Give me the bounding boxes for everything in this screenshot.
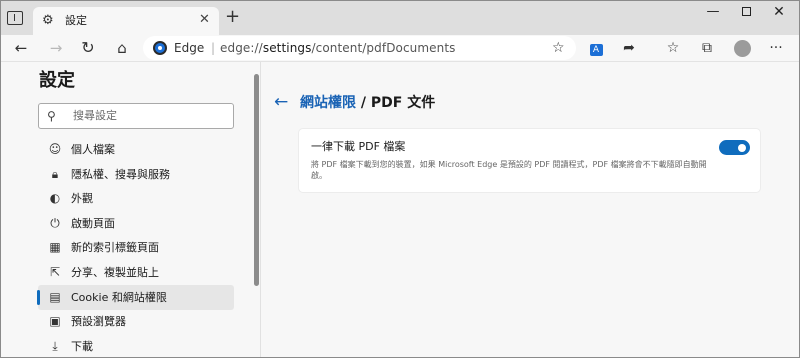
breadcrumb-current: PDF 文件 [370, 95, 436, 111]
sidebar-item-label: 啟動頁面 [71, 216, 115, 230]
sidebar-item-label: 新的索引標籤頁面 [71, 241, 159, 255]
browser-window: ⚙ 設定 ✕ + — ✕ ← → ↻ ⌂ Edge | edge://setti… [0, 0, 800, 358]
back-arrow-icon[interactable]: ← [274, 92, 288, 112]
main-panel: ← 網站權限 / PDF 文件 一律下載 PDF 檔案 將 PDF 檔案下載到您… [261, 62, 799, 357]
sidebar-item-label: 分享、複製並貼上 [71, 266, 159, 279]
download-icon: ⤓ [52, 338, 58, 353]
sidebar-item[interactable]: ◐ 外觀 [38, 186, 234, 211]
favorites-button[interactable]: ☆ [662, 38, 684, 58]
setting-title: 一律下載 PDF 檔案 [311, 140, 406, 153]
search-icon: ⚲ [47, 109, 56, 123]
pdf-setting-card: 一律下載 PDF 檔案 將 PDF 檔案下載到您的裝置，如果 Microsoft… [299, 129, 760, 192]
share-button[interactable]: ➦ [618, 38, 640, 58]
close-window-button[interactable]: ✕ [764, 4, 794, 20]
sidebar-item[interactable]: ▤ Cookie 和網站權限 [37, 284, 234, 310]
url-prefix: edge:// [220, 41, 263, 55]
sidebar-item-label: 外觀 [71, 192, 93, 206]
selected-indicator [37, 289, 40, 305]
collections-button[interactable]: ⧉ [696, 38, 718, 58]
sidebar-scrollbar[interactable] [254, 74, 259, 286]
appearance-icon: ◐ [49, 191, 61, 206]
gear-icon: ⚙ [42, 13, 54, 28]
tab-title: 設定 [65, 14, 87, 27]
sidebar-item-label: 預設瀏覽器 [71, 315, 126, 329]
sidebar-item-label: 隱私權、搜尋與服務 [71, 167, 170, 181]
add-favorite-icon[interactable]: ☆ [552, 39, 565, 57]
address-brand: Edge [174, 41, 205, 55]
more-button[interactable]: ··· [765, 38, 787, 58]
site-permissions-icon: ▤ [49, 289, 61, 304]
avatar [733, 39, 751, 57]
title-bar: ⚙ 設定 ✕ + — ✕ [1, 1, 799, 35]
forward-button[interactable]: → [45, 38, 67, 58]
maximize-icon [741, 7, 751, 16]
edge-logo-icon [153, 41, 167, 55]
maximize-button[interactable] [731, 4, 761, 20]
sidebar-item-label: 下載 [71, 339, 93, 353]
sidebar-item-label: 個人檔案 [71, 143, 115, 156]
sidebar-item-label: Cookie 和網站權限 [71, 290, 167, 304]
sidebar-item[interactable]: ▣ 預設瀏覽器 [38, 309, 234, 334]
power-icon: ⏻ [50, 215, 60, 230]
translate-icon: A [589, 44, 603, 56]
minimize-button[interactable]: — [698, 4, 728, 20]
tab-close-icon[interactable]: ✕ [199, 12, 210, 28]
sidebar-item[interactable]: ▦ 新的索引標籤頁面 [38, 235, 234, 260]
profile-button[interactable] [731, 38, 753, 58]
page-title: 設定 [39, 70, 75, 91]
sidebar-item[interactable]: 🔒︎ 隱私權、搜尋與服務 [38, 162, 234, 187]
search-placeholder: 搜尋設定 [73, 109, 117, 122]
address-separator: | [211, 41, 216, 55]
url-main: settings [262, 41, 312, 55]
default-browser-icon: ▣ [49, 314, 61, 329]
lock-icon: 🔒︎ [51, 166, 59, 181]
refresh-button[interactable]: ↻ [77, 38, 99, 58]
search-input[interactable]: ⚲ 搜尋設定 [38, 103, 234, 129]
tab-settings[interactable]: ⚙ 設定 ✕ [33, 7, 219, 35]
url-rest: /content/pdfDocuments [311, 41, 456, 55]
address-url[interactable]: edge://settings/content/pdfDocuments [220, 40, 456, 56]
toolbar: ← → ↻ ⌂ Edge | edge://settings/content/p… [1, 35, 799, 61]
address-bar[interactable]: Edge | edge://settings/content/pdfDocume… [143, 36, 576, 60]
profile-icon: ☺ [48, 142, 62, 156]
home-button[interactable]: ⌂ [111, 38, 133, 58]
breadcrumb-parent-link[interactable]: 網站權限 [300, 95, 356, 111]
share-icon: ⇱ [49, 265, 61, 279]
new-tab-button[interactable]: + [225, 8, 240, 26]
tab-actions-icon[interactable] [7, 11, 23, 25]
sidebar-item[interactable]: ⏻ 啟動頁面 [38, 211, 234, 236]
sidebar-item[interactable]: ☺ 個人檔案 [38, 137, 234, 162]
breadcrumb: 網站權限 / PDF 文件 [300, 94, 435, 112]
settings-sidebar: 設定 ⚲ 搜尋設定 ☺ 個人檔案 🔒︎ 隱私權、搜尋與服務 ◐ 外觀 ⏻ 啟動頁面 ▦ 新的索引標… [1, 62, 259, 357]
settings-content: 設定 ⚲ 搜尋設定 ☺ 個人檔案 🔒︎ 隱私權、搜尋與服務 ◐ 外觀 ⏻ 啟動頁面 ▦ 新的索引標… [1, 61, 799, 357]
sidebar-item[interactable]: ⤓ 下載 [38, 334, 234, 357]
breadcrumb-separator: / [356, 95, 371, 111]
translate-button[interactable]: A [585, 38, 607, 58]
setting-description: 將 PDF 檔案下載到您的裝置，如果 Microsoft Edge 是預設的 P… [311, 160, 707, 180]
sidebar-item[interactable]: ⇱ 分享、複製並貼上 [38, 260, 234, 285]
back-button[interactable]: ← [10, 38, 32, 58]
new-tab-icon: ▦ [49, 240, 61, 255]
always-download-pdf-toggle[interactable] [719, 140, 750, 155]
